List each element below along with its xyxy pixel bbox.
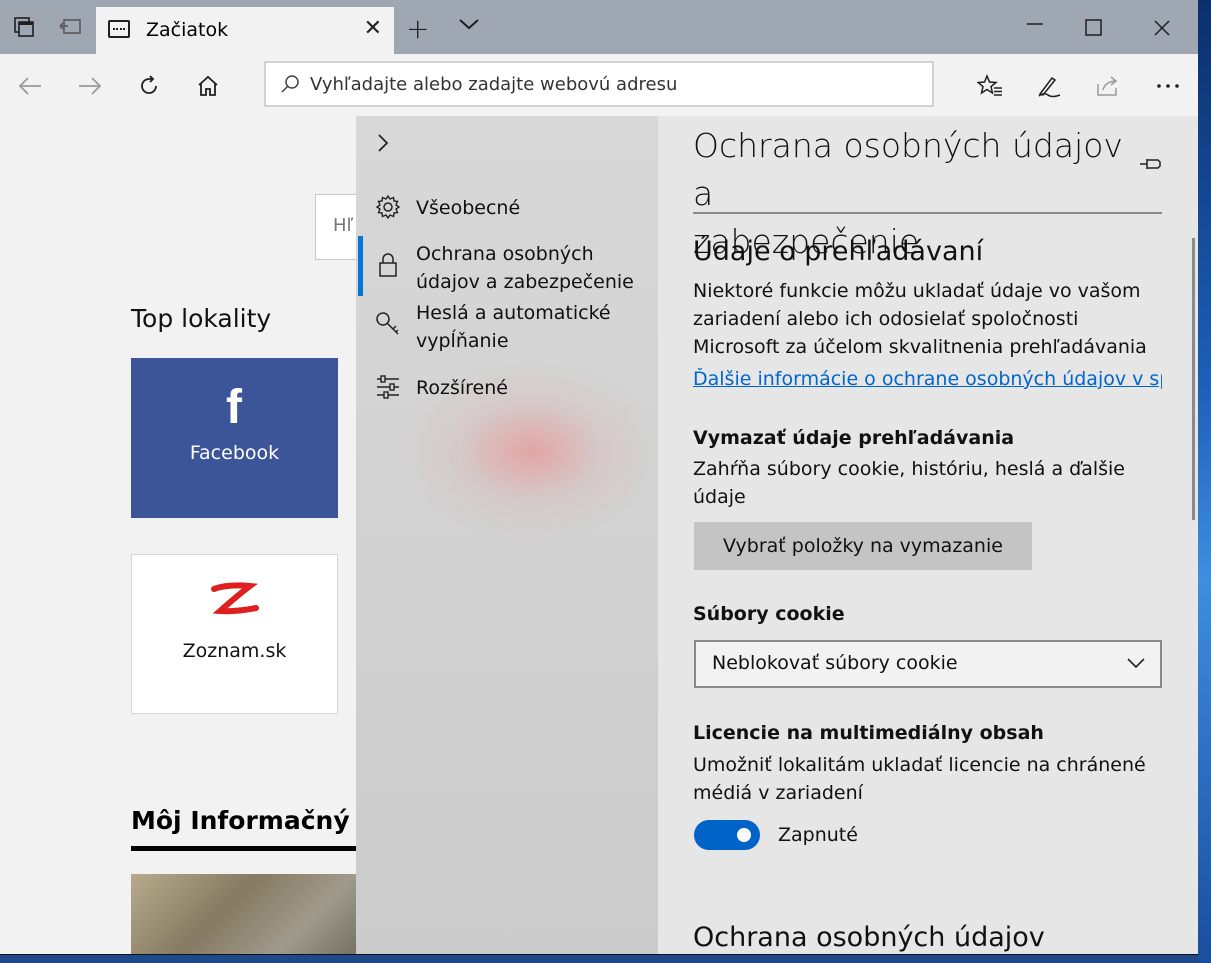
cookies-heading: Súbory cookie — [693, 603, 845, 625]
lock-icon — [379, 253, 397, 277]
new-tab-plus-icon[interactable]: + — [406, 12, 429, 45]
favorites-star-icon[interactable] — [972, 68, 1008, 104]
facebook-f-icon: f — [226, 381, 242, 434]
settings-nav-advanced[interactable]: Rozšírené — [356, 374, 658, 404]
top-site-zoznam[interactable]: Zoznam.sk — [131, 554, 338, 714]
privacy-info-link[interactable]: Ďalšie informácie o ochrane osobných úda… — [693, 368, 1162, 390]
tab-zaciatok[interactable]: Začiatok ✕ — [96, 7, 394, 54]
settings-navigation-pane: Všeobecné Ochrana osobných údajov a zabe… — [356, 116, 658, 954]
gear-icon — [375, 194, 401, 220]
settings-title-line1: Ochrana osobných údajov a — [693, 126, 1123, 213]
close-window-icon[interactable] — [1153, 18, 1171, 42]
media-licenses-toggle-label: Zapnuté — [778, 824, 858, 846]
chevron-right-icon[interactable] — [376, 132, 390, 160]
media-licenses-desc-line2: médiá v zariadení — [693, 782, 863, 804]
choose-what-to-clear-button[interactable]: Vybrať položky na vymazanie — [694, 522, 1032, 570]
pin-icon[interactable] — [1138, 154, 1164, 178]
nav-item-label: Všeobecné — [416, 197, 521, 219]
news-thumbnail[interactable] — [131, 874, 361, 954]
address-input[interactable] — [310, 63, 910, 105]
refresh-icon[interactable] — [131, 68, 167, 104]
browsing-data-heading: Údaje o prehľadávaní — [693, 236, 984, 267]
maximize-icon[interactable] — [1085, 18, 1103, 42]
title-bar: Začiatok ✕ + — [0, 0, 1198, 54]
nav-item-label-line2: údajov a zabezpečenie — [416, 271, 634, 293]
tile-label: Facebook — [189, 442, 280, 464]
browsing-data-desc-line2: zariadení alebo ich odosielať spoločnost… — [693, 308, 1079, 330]
address-bar[interactable] — [264, 61, 934, 107]
more-options-icon[interactable] — [1150, 68, 1186, 104]
set-aside-tabs-icon[interactable] — [52, 9, 88, 45]
privacy-section-heading: Ochrana osobných údajov — [693, 922, 1045, 953]
top-site-facebook[interactable]: f Facebook — [131, 358, 338, 518]
zoznam-z-icon — [211, 582, 259, 615]
settings-scrollbar[interactable] — [1192, 238, 1195, 520]
news-heading-underline — [131, 846, 361, 851]
clear-data-desc-line1: Zahŕňa súbory cookie, históriu, heslá a … — [693, 458, 1125, 480]
settings-nav-passwords-autofill[interactable]: Heslá a automatické vypĺňanie — [356, 299, 658, 359]
settings-nav-privacy-security[interactable]: Ochrana osobných údajov a zabezpečenie — [356, 236, 658, 296]
desktop-background — [1198, 0, 1211, 963]
settings-content-pane: Ochrana osobných údajov a zabezpečenie Ú… — [658, 116, 1198, 954]
browsing-data-desc-line1: Niektoré funkcie môžu ukladať údaje vo v… — [693, 280, 1141, 302]
sliders-icon — [377, 375, 399, 399]
top-sites-title: Top lokality — [131, 304, 272, 333]
tab-title: Začiatok — [146, 19, 229, 41]
cookies-dropdown[interactable]: Neblokovať súbory cookie — [694, 640, 1162, 688]
browser-window: Začiatok ✕ + Vyhľadajte alebo zadajte we… — [0, 0, 1198, 955]
title-divider — [693, 212, 1162, 214]
share-icon[interactable] — [1090, 68, 1126, 104]
chevron-down-icon — [1127, 658, 1145, 669]
search-icon — [281, 75, 299, 93]
home-icon[interactable] — [190, 68, 226, 104]
close-tab-icon[interactable]: ✕ — [364, 16, 382, 41]
new-tab-page-icon — [108, 20, 130, 38]
media-licenses-desc-line1: Umožniť lokalitám ukladať licencie na ch… — [693, 754, 1146, 776]
page-search-placeholder: Hľ — [333, 215, 354, 236]
minimize-icon[interactable] — [1026, 14, 1044, 39]
forward-arrow-icon[interactable] — [72, 68, 108, 104]
clear-data-heading: Vymazať údaje prehľadávania — [693, 427, 1015, 449]
settings-nav-general[interactable]: Všeobecné — [356, 194, 658, 224]
nav-item-label: Rozšírené — [416, 377, 508, 399]
cookies-selected-value: Neblokovať súbory cookie — [712, 652, 958, 674]
browsing-data-desc-line3: Microsoft za účelom skvalitnenia prehľad… — [693, 336, 1147, 358]
chevron-down-icon[interactable] — [457, 16, 481, 36]
news-feed-heading: Môj Informačný K — [131, 806, 378, 835]
media-licenses-toggle[interactable] — [694, 820, 760, 850]
tab-manager-icon[interactable] — [6, 9, 42, 45]
media-licenses-heading: Licencie na multimediálny obsah — [693, 722, 1044, 744]
pen-notes-icon[interactable] — [1031, 68, 1067, 104]
nav-item-label-line1: Ochrana osobných — [416, 243, 594, 265]
navigation-bar — [0, 54, 1198, 116]
tile-label: Zoznam.sk — [182, 640, 287, 662]
key-icon — [376, 312, 399, 335]
clear-data-desc-line2: údaje — [693, 486, 746, 508]
nav-item-label-line1: Heslá a automatické — [416, 302, 611, 324]
nav-item-label-line2: vypĺňanie — [416, 330, 509, 352]
back-arrow-icon[interactable] — [12, 68, 48, 104]
